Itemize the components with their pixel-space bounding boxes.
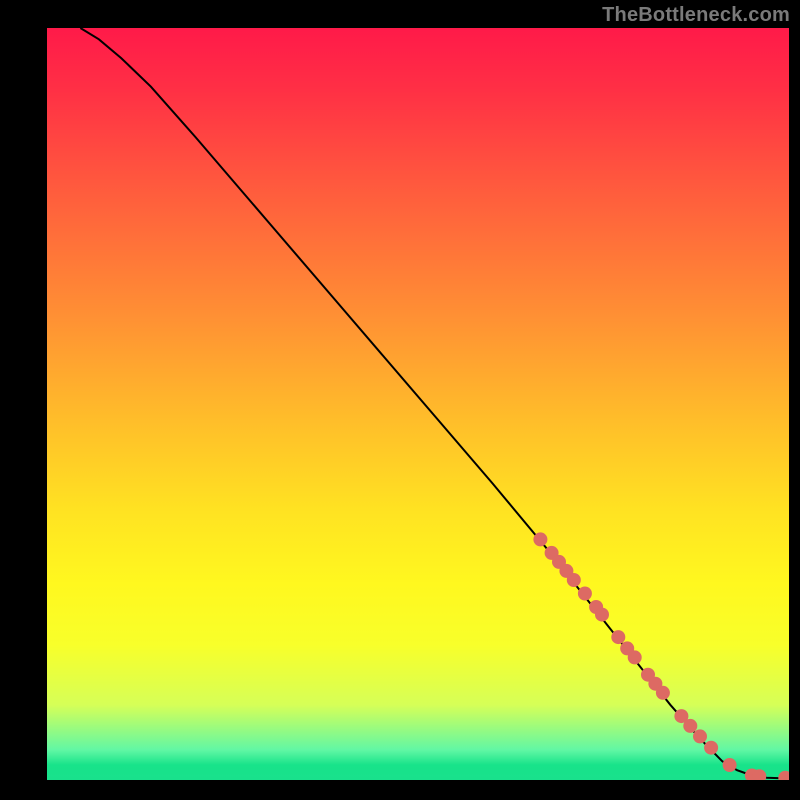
plot-svg	[47, 28, 789, 780]
data-point	[656, 686, 670, 700]
marked-points-group	[533, 532, 789, 780]
bottleneck-curve	[80, 28, 789, 779]
data-point	[567, 573, 581, 587]
data-point	[693, 729, 707, 743]
data-point	[628, 650, 642, 664]
data-point	[778, 771, 789, 780]
data-point	[595, 608, 609, 622]
data-point	[704, 741, 718, 755]
data-point	[533, 532, 547, 546]
data-point	[723, 758, 737, 772]
watermark-text: TheBottleneck.com	[602, 4, 790, 27]
data-point	[578, 587, 592, 601]
data-point	[611, 630, 625, 644]
chart-frame: TheBottleneck.com	[0, 0, 800, 800]
plot-area	[47, 28, 789, 780]
data-point	[683, 719, 697, 733]
